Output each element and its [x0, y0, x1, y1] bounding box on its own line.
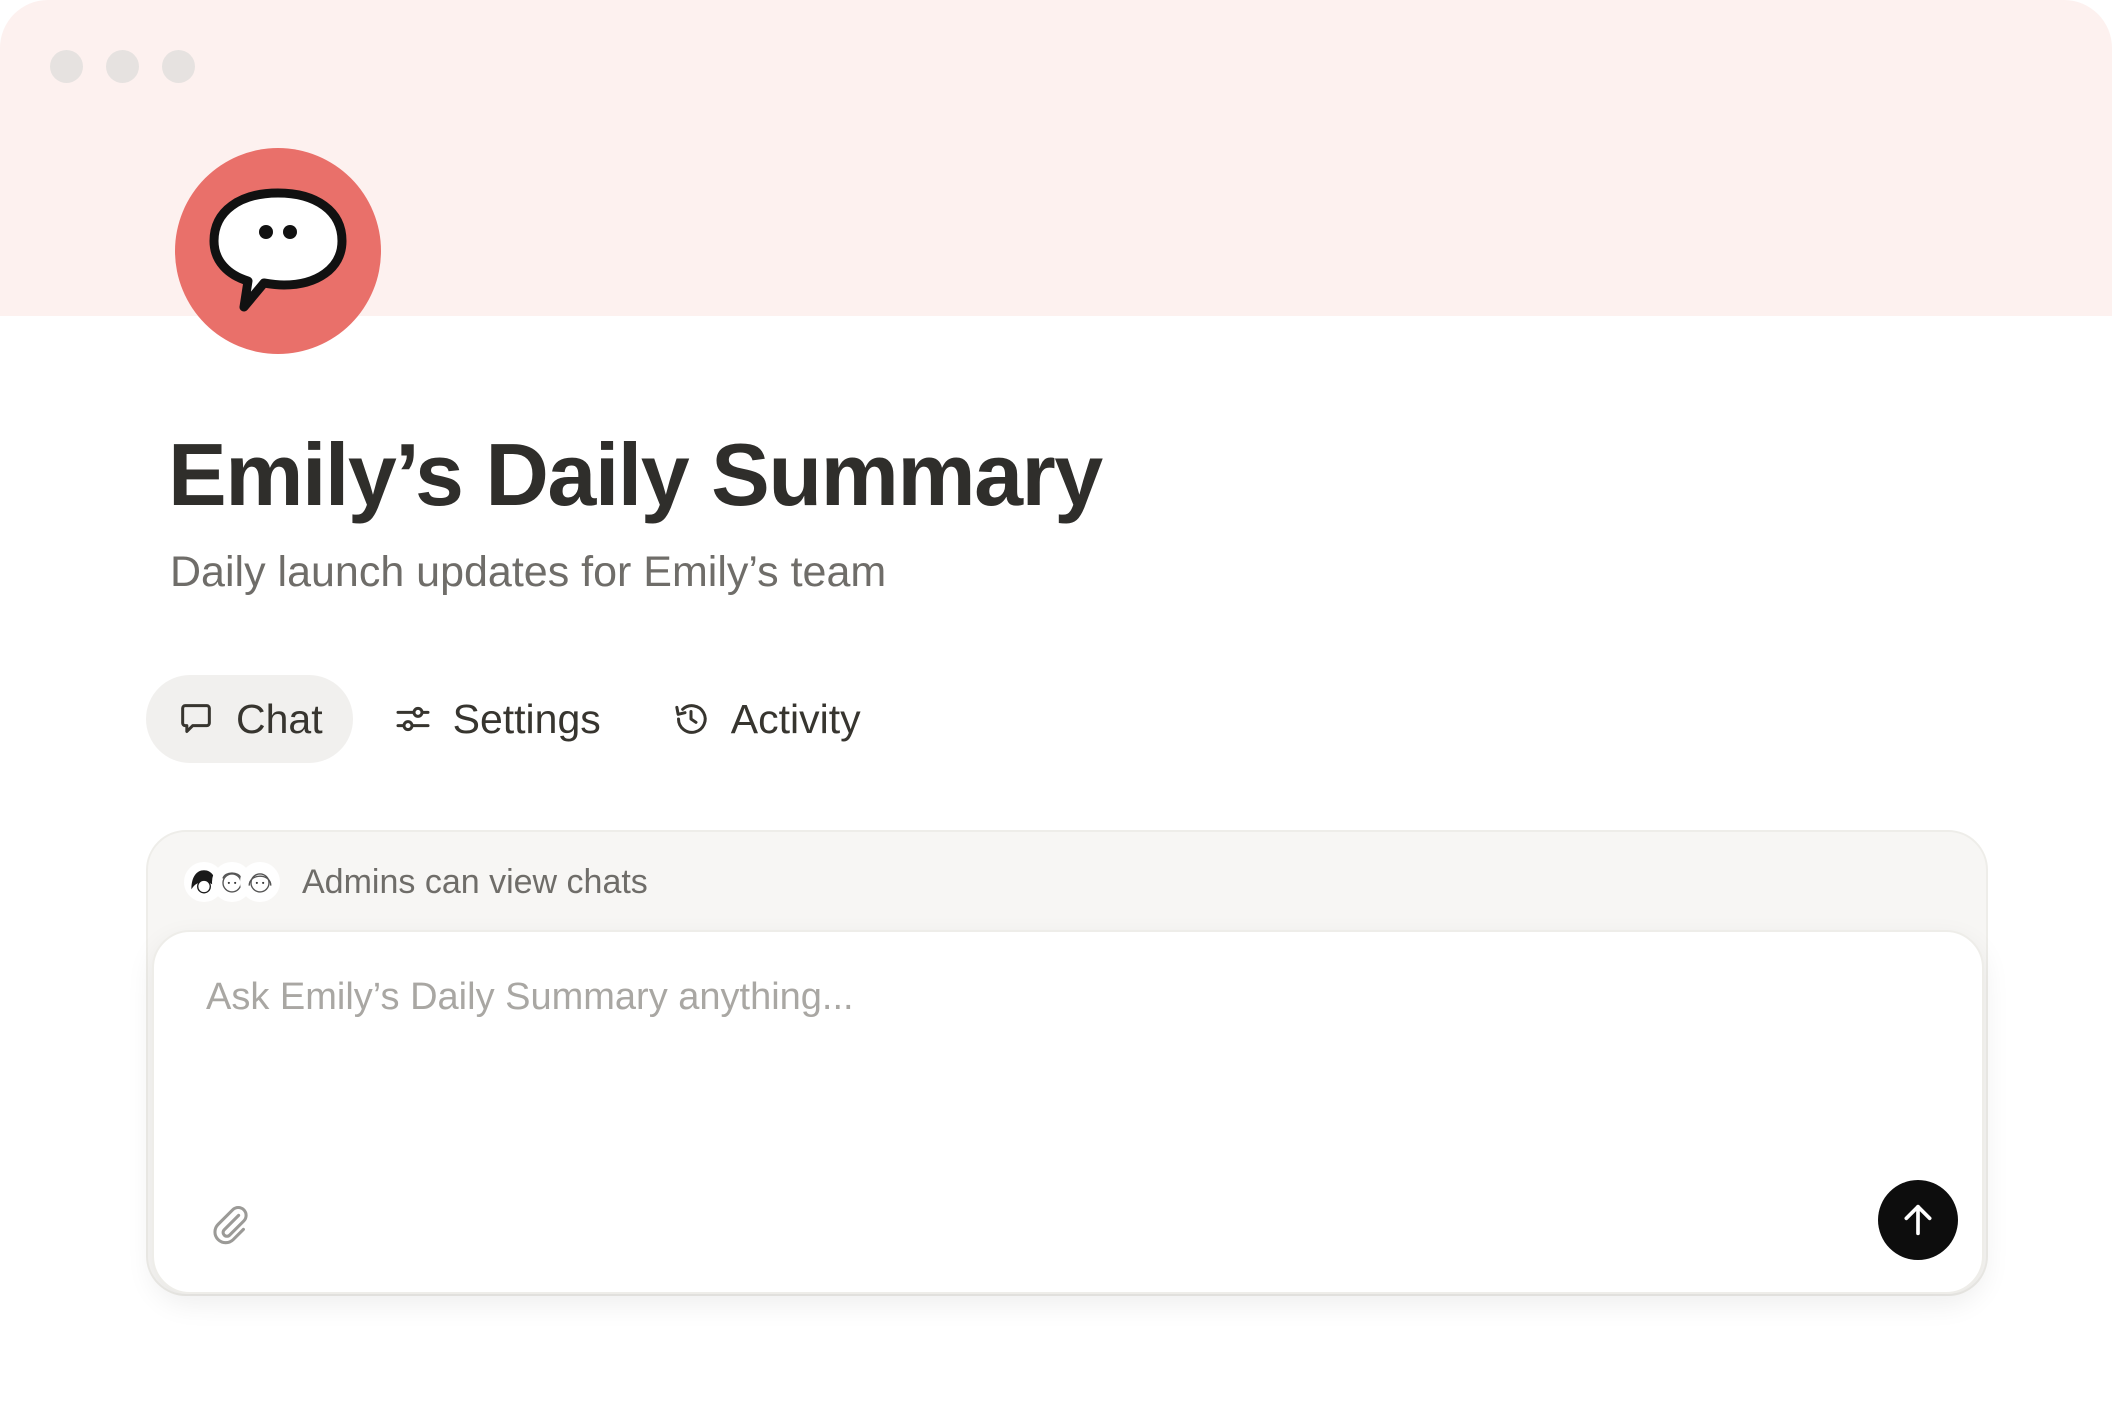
window-minimize-button[interactable]: [106, 50, 139, 83]
tab-settings[interactable]: Settings: [363, 675, 631, 763]
chat-composer: [152, 930, 1984, 1294]
tab-chat-label: Chat: [236, 695, 323, 742]
paperclip-icon: [213, 1205, 248, 1245]
page-title: Emily’s Daily Summary: [168, 425, 1103, 524]
sliders-icon: [396, 706, 430, 732]
tab-activity-label: Activity: [730, 695, 861, 742]
window-close-button[interactable]: [50, 50, 83, 83]
window-controls: [50, 50, 195, 83]
admin-avatar-3: [240, 862, 280, 902]
tab-activity[interactable]: Activity: [641, 675, 891, 763]
attach-button[interactable]: [204, 1198, 256, 1250]
chat-panel: Admins can view chats: [146, 830, 1988, 1296]
arrow-up-icon: [1904, 1204, 1932, 1236]
tab-bar: Chat Settings Activity: [146, 675, 891, 763]
admin-avatars: [184, 862, 280, 902]
page-subtitle: Daily launch updates for Emily’s team: [170, 548, 887, 596]
chat-input[interactable]: [206, 976, 1806, 1019]
tab-chat[interactable]: Chat: [146, 675, 353, 763]
send-button[interactable]: [1878, 1180, 1958, 1260]
chat-bubble-icon: [181, 704, 211, 733]
window-maximize-button[interactable]: [162, 50, 195, 83]
agent-avatar: [175, 148, 381, 354]
admins-notice: Admins can view chats: [184, 858, 648, 906]
tab-settings-label: Settings: [452, 695, 601, 742]
speech-bubble-face-icon: [209, 188, 347, 312]
admins-notice-text: Admins can view chats: [302, 862, 648, 901]
app-window: Emily’s Daily Summary Daily launch updat…: [0, 0, 2112, 1408]
history-clock-icon: [675, 704, 707, 734]
